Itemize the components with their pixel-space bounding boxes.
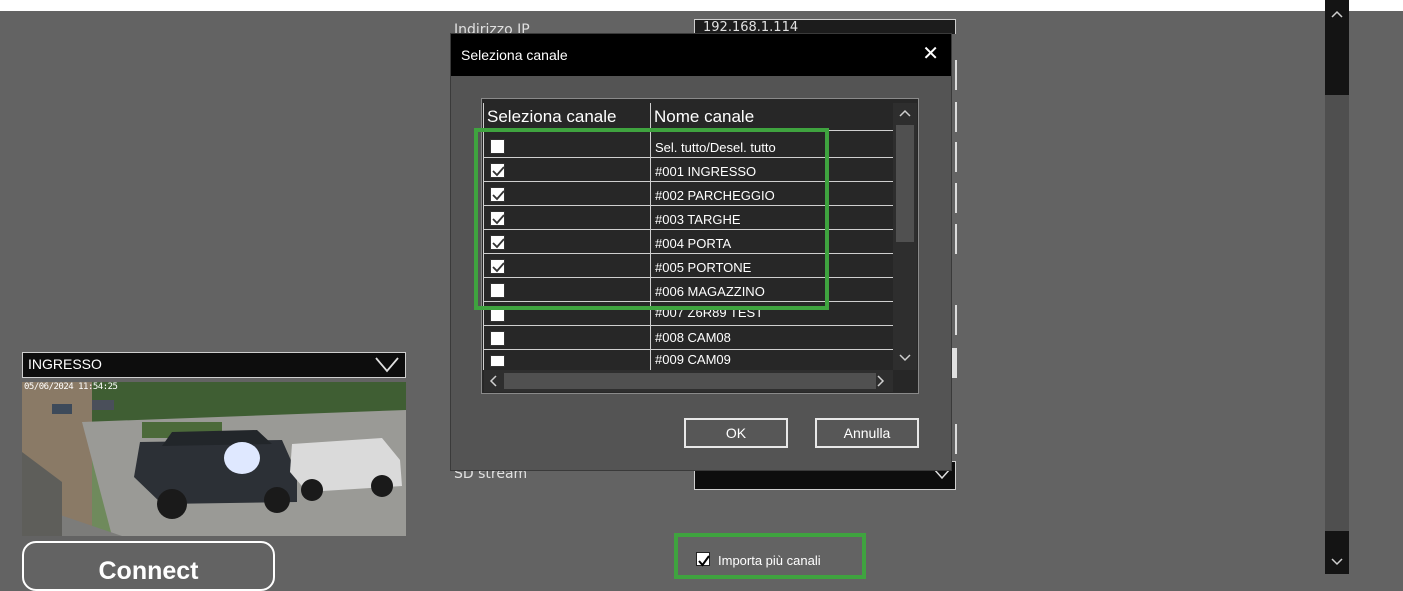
table-vertical-scrollbar-thumb[interactable] xyxy=(896,125,914,242)
table-vertical-scrollbar[interactable] xyxy=(893,103,917,370)
row-channel-name: #008 CAM08 xyxy=(655,330,731,345)
table-gridline xyxy=(483,325,893,326)
scroll-up-icon[interactable] xyxy=(1325,4,1349,24)
close-icon[interactable]: ✕ xyxy=(922,43,939,63)
ip-address-label: Indirizzo IP xyxy=(454,22,530,34)
window-top-edge xyxy=(0,0,1403,11)
dialog-title: Seleziona canale xyxy=(461,47,568,63)
row-checkbox[interactable] xyxy=(490,331,505,346)
form-field-2[interactable] xyxy=(951,60,957,90)
camera-preview: 05/06/2024 11:54:25 xyxy=(22,382,406,536)
dialog-title-bar: Seleziona canale ✕ xyxy=(451,34,951,76)
page-scrollbar-thumb[interactable] xyxy=(1325,95,1349,531)
scroll-down-icon[interactable] xyxy=(1325,552,1349,572)
column-header-select[interactable]: Seleziona canale xyxy=(483,103,649,131)
import-multiple-checkbox[interactable] xyxy=(696,552,710,567)
import-multiple-label: Importa più canali xyxy=(718,553,821,568)
cancel-button[interactable]: Annulla xyxy=(815,418,919,448)
scroll-left-icon[interactable] xyxy=(489,375,497,387)
channel-select[interactable]: INGRESSO xyxy=(22,352,406,378)
ok-button[interactable]: OK xyxy=(684,418,788,448)
channel-select-value: INGRESSO xyxy=(28,356,102,372)
connect-button[interactable]: Connect xyxy=(22,541,275,591)
row-checkbox[interactable] xyxy=(490,355,505,367)
scroll-down-icon[interactable] xyxy=(899,354,911,362)
scroll-up-icon[interactable] xyxy=(899,109,911,117)
preview-timestamp: 05/06/2024 11:54:25 xyxy=(24,382,118,392)
column-header-name[interactable]: Nome canale xyxy=(650,103,893,131)
scroll-right-icon[interactable] xyxy=(877,375,885,387)
form-field-5[interactable] xyxy=(951,183,957,213)
form-field-7[interactable] xyxy=(951,305,957,335)
parking-lot-image xyxy=(22,382,406,536)
checkmark-icon xyxy=(698,555,710,567)
table-horizontal-scrollbar[interactable] xyxy=(484,370,893,392)
row-channel-name: #009 CAM09 xyxy=(655,352,731,367)
chevron-down-icon xyxy=(375,357,399,373)
form-field-9[interactable] xyxy=(951,424,957,454)
connect-button-label: Connect xyxy=(98,557,199,585)
form-field-8[interactable] xyxy=(951,348,957,378)
page-scrollbar[interactable] xyxy=(1325,0,1349,574)
form-field-6[interactable] xyxy=(951,224,957,254)
form-field-3[interactable] xyxy=(951,102,957,132)
table-horizontal-scrollbar-thumb[interactable] xyxy=(504,373,876,389)
ip-address-value: 192.168.1.114 xyxy=(703,20,799,34)
form-field-4[interactable] xyxy=(951,142,957,172)
selection-highlight-box xyxy=(474,128,829,310)
ip-address-field[interactable]: 192.168.1.114 xyxy=(694,19,956,34)
